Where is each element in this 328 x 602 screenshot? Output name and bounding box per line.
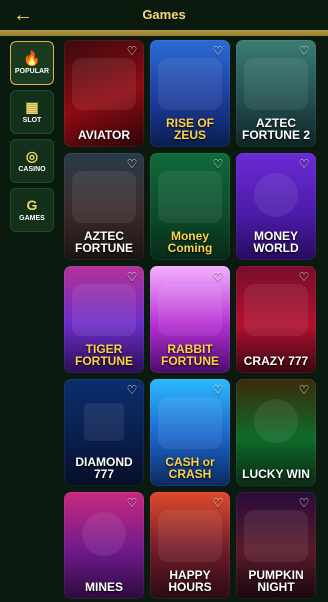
- game-title: DIAMOND 777: [75, 455, 133, 481]
- sidebar-item-label: SLOT: [22, 117, 42, 124]
- slot-reels-icon: ▦: [25, 99, 39, 115]
- game-title: TIGER FORTUNE: [75, 342, 133, 368]
- game-title: Money Coming: [167, 229, 213, 255]
- game-card-mines[interactable]: ♡ MINES: [64, 492, 144, 599]
- heart-outline-icon[interactable]: ♡: [211, 44, 225, 58]
- game-card-rabbit-fortune[interactable]: ♡ RABBIT FORTUNE: [150, 266, 230, 373]
- heart-outline-icon[interactable]: ♡: [125, 383, 139, 397]
- heart-outline-icon[interactable]: ♡: [211, 157, 225, 171]
- game-card-aztec-fortune[interactable]: ♡ AZTEC FORTUNE: [64, 153, 144, 260]
- game-card-diamond-777[interactable]: ♡ DIAMOND 777: [64, 379, 144, 486]
- game-title: RISE OF ZEUS: [165, 116, 214, 142]
- game-title: CRAZY 777: [243, 354, 309, 368]
- sidebar-item-label: POPULAR: [14, 68, 50, 75]
- money-art: [158, 171, 222, 223]
- sidebar-item-slot[interactable]: ▦ SLOT: [10, 90, 54, 134]
- tiger-art: [72, 284, 136, 336]
- game-title: MINES: [84, 580, 123, 594]
- game-title: MONEY WORLD: [253, 229, 299, 255]
- sidebar-item-label: GAMES: [19, 215, 45, 222]
- rocket-art: [158, 397, 222, 449]
- heart-outline-icon[interactable]: ♡: [211, 270, 225, 284]
- games-grid: ♡ AVIATOR ♡ RISE OF ZEUS ♡ AZTEC FORTUNE…: [64, 40, 322, 599]
- game-card-crazy-777[interactable]: ♡ CRAZY 777: [236, 266, 316, 373]
- top-bar: ← Games: [0, 0, 328, 30]
- seven-art: [244, 284, 308, 336]
- category-sidebar: 🔥 POPULAR ▦ SLOT ◎ CASINO G GAMES: [0, 36, 60, 602]
- game-card-lucky-win[interactable]: ♡ LUCKY WIN: [236, 379, 316, 486]
- zeus-art: [158, 58, 222, 110]
- diamond-icon: [84, 403, 124, 441]
- game-card-money-world[interactable]: ♡ MONEY WORLD: [236, 153, 316, 260]
- game-title: HAPPY HOURS: [168, 568, 212, 594]
- g-letter-icon: G: [26, 197, 38, 213]
- game-card-cash-or-crash[interactable]: ♡ CASH or CRASH: [150, 379, 230, 486]
- game-title: LUCKY WIN: [242, 467, 310, 481]
- heart-outline-icon[interactable]: ♡: [125, 270, 139, 284]
- game-card-money-coming[interactable]: ♡ Money Coming: [150, 153, 230, 260]
- aztec-art: [72, 171, 136, 223]
- heart-outline-icon[interactable]: ♡: [125, 496, 139, 510]
- game-card-happy-hours[interactable]: ♡ HAPPY HOURS: [150, 492, 230, 599]
- game-title: AVIATOR: [77, 128, 130, 142]
- heart-outline-icon[interactable]: ♡: [297, 44, 311, 58]
- cocktail-art: [158, 510, 222, 562]
- game-card-pumpkin-night[interactable]: ♡ PUMPKIN NIGHT: [236, 492, 316, 599]
- game-title: AZTEC FORTUNE: [75, 229, 133, 255]
- heart-outline-icon[interactable]: ♡: [297, 157, 311, 171]
- game-card-tiger-fortune[interactable]: ♡ TIGER FORTUNE: [64, 266, 144, 373]
- aviator-art: [72, 58, 136, 110]
- sidebar-item-casino[interactable]: ◎ CASINO: [10, 139, 54, 183]
- game-card-rise-of-zeus[interactable]: ♡ RISE OF ZEUS: [150, 40, 230, 147]
- game-card-aviator[interactable]: ♡ AVIATOR: [64, 40, 144, 147]
- witch-art: [244, 510, 308, 562]
- rabbit-art: [158, 284, 222, 336]
- heart-outline-icon[interactable]: ♡: [211, 383, 225, 397]
- heart-outline-icon[interactable]: ♡: [125, 44, 139, 58]
- page-title: Games: [142, 7, 186, 22]
- sidebar-item-popular[interactable]: 🔥 POPULAR: [10, 41, 54, 85]
- gold-coin-icon: [254, 173, 298, 217]
- bomb-icon: [82, 512, 126, 556]
- aztec2-art: [244, 58, 308, 110]
- prize-wheel-icon: [254, 399, 298, 443]
- game-title: RABBIT FORTUNE: [161, 342, 219, 368]
- flame-icon: 🔥: [23, 50, 41, 66]
- sidebar-item-games[interactable]: G GAMES: [10, 188, 54, 232]
- heart-outline-icon[interactable]: ♡: [125, 157, 139, 171]
- game-title: AZTEC FORTUNE 2: [241, 116, 310, 142]
- heart-outline-icon[interactable]: ♡: [297, 496, 311, 510]
- game-title: CASH or CRASH: [165, 455, 215, 481]
- casino-chip-icon: ◎: [25, 148, 39, 164]
- heart-outline-icon[interactable]: ♡: [297, 383, 311, 397]
- game-title: PUMPKIN NIGHT: [248, 568, 304, 594]
- heart-outline-icon[interactable]: ♡: [211, 496, 225, 510]
- heart-outline-icon[interactable]: ♡: [297, 270, 311, 284]
- sidebar-item-label: CASINO: [18, 166, 46, 173]
- game-card-aztec-fortune-2[interactable]: ♡ AZTEC FORTUNE 2: [236, 40, 316, 147]
